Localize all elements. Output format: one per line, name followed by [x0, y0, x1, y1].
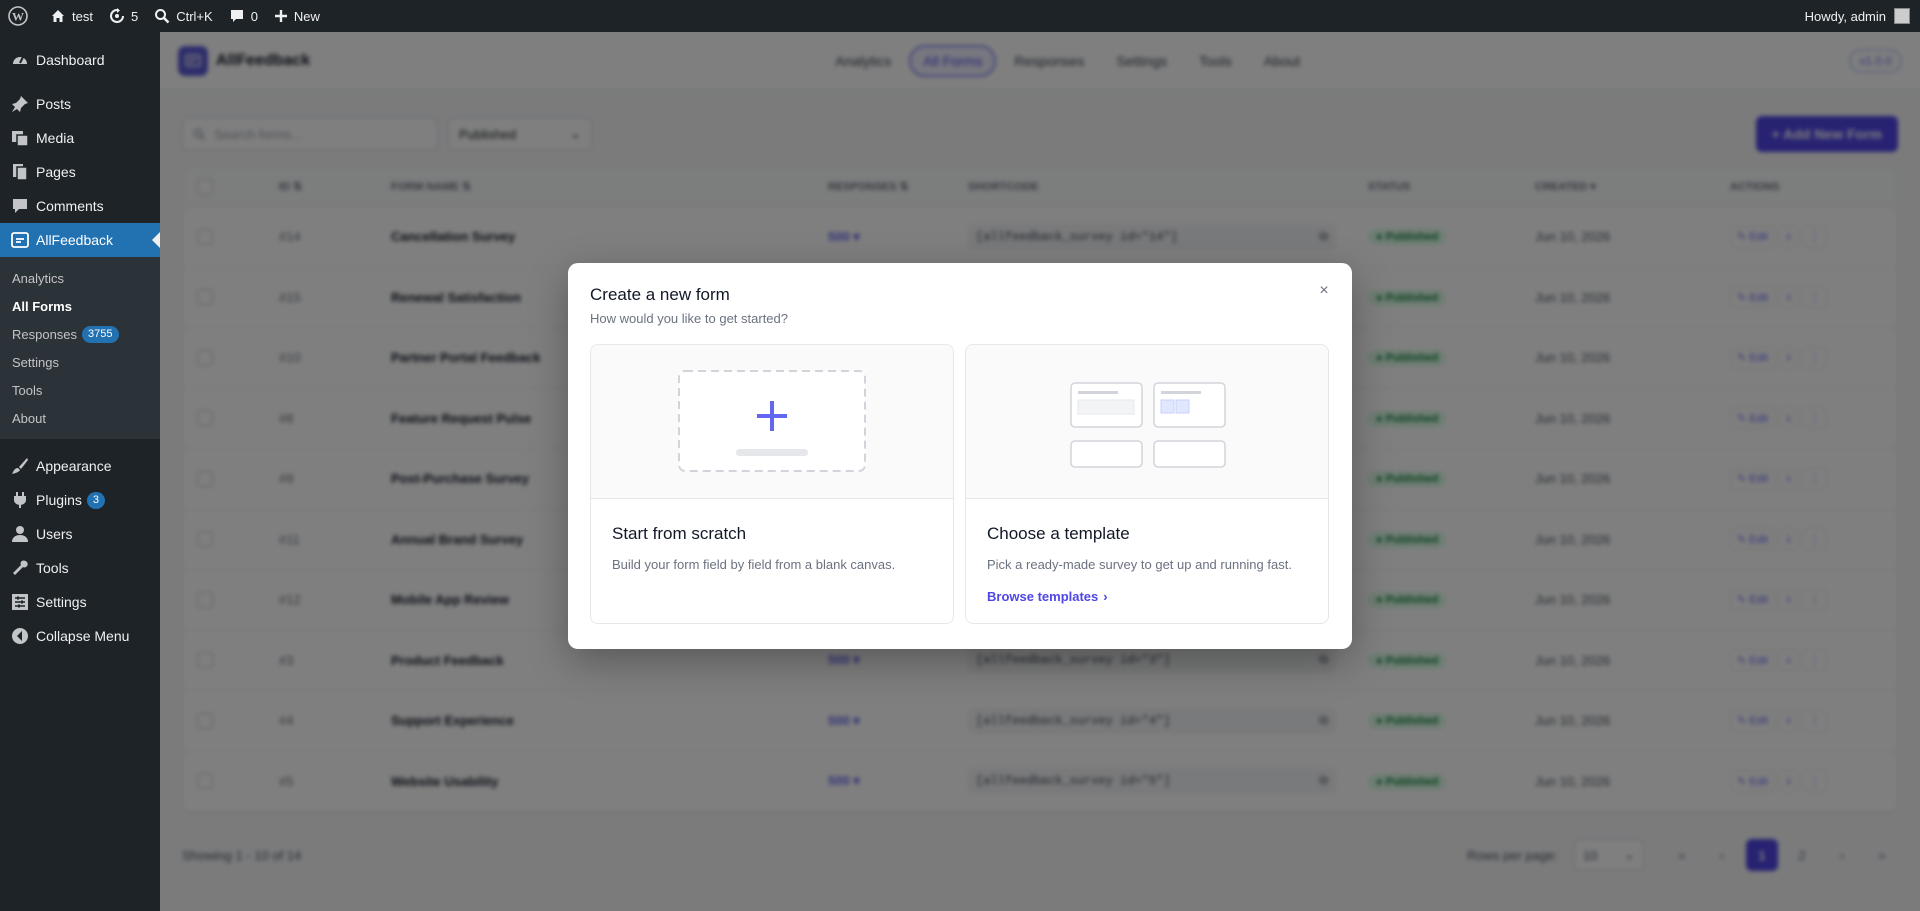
menu-dashboard-label: Dashboard: [36, 52, 105, 68]
search-icon: [155, 9, 170, 24]
collapse-menu-label: Collapse Menu: [36, 628, 130, 644]
menu-appearance[interactable]: Appearance: [0, 449, 160, 483]
plug-icon: [10, 490, 30, 510]
menu-plugins-label: Plugins: [36, 492, 82, 508]
browse-templates-link[interactable]: Browse templates ›: [987, 589, 1307, 604]
menu-users[interactable]: Users: [0, 517, 160, 551]
home-icon: [52, 10, 64, 22]
responses-count-badge: 3755: [82, 325, 119, 343]
modal-options: Start from scratch Build your form field…: [590, 344, 1330, 624]
create-form-modal: Create a new form How would you like to …: [568, 263, 1352, 649]
menu-posts[interactable]: Posts: [0, 87, 160, 121]
submenu-settings[interactable]: Settings: [0, 348, 160, 376]
media-icon: [10, 128, 30, 148]
howdy-text: Howdy, admin: [1804, 8, 1886, 24]
plugins-count-badge: 3: [86, 491, 106, 509]
start-from-scratch-card[interactable]: Start from scratch Build your form field…: [590, 344, 954, 624]
site-name: test: [72, 8, 93, 24]
comments-icon: [10, 196, 30, 216]
allfeedback-submenu: Analytics All Forms Responses 3755 Setti…: [0, 257, 160, 439]
submenu-responses[interactable]: Responses 3755: [0, 320, 160, 348]
scratch-description: Build your form field by field from a bl…: [612, 557, 896, 572]
menu-media[interactable]: Media: [0, 121, 160, 155]
submenu-about[interactable]: About: [0, 404, 160, 432]
submenu-tools[interactable]: Tools: [0, 376, 160, 404]
browse-templates-label: Browse templates: [987, 589, 1099, 604]
menu-settings-label: Settings: [36, 594, 87, 610]
settings-sliders-icon: [10, 592, 30, 612]
menu-dashboard[interactable]: Dashboard: [0, 43, 160, 77]
site-name-link[interactable]: test: [42, 0, 101, 32]
svg-text:W: W: [12, 10, 24, 24]
allfeedback-icon: [10, 230, 30, 250]
menu-pages[interactable]: Pages: [0, 155, 160, 189]
new-content-link[interactable]: New: [266, 0, 328, 32]
pages-icon: [10, 162, 30, 182]
dashboard-icon: [10, 50, 30, 70]
new-label: New: [293, 8, 320, 24]
menu-allfeedback[interactable]: AllFeedback: [0, 223, 160, 257]
menu-comments[interactable]: Comments: [0, 189, 160, 223]
submenu-analytics[interactable]: Analytics: [0, 264, 160, 292]
menu-users-label: Users: [36, 526, 73, 542]
paintbrush-icon: [10, 456, 30, 476]
comment-icon: [230, 10, 243, 22]
wrench-icon: [10, 558, 30, 578]
collapse-menu-button[interactable]: Collapse Menu: [0, 619, 160, 653]
template-illustration: [966, 345, 1328, 499]
search-shortcut: Ctrl+K: [176, 8, 213, 24]
updates-link[interactable]: 5: [101, 0, 146, 32]
menu-allfeedback-label: AllFeedback: [36, 232, 114, 248]
menu-comments-label: Comments: [36, 198, 104, 214]
admin-sidebar: Dashboard Posts Media Pages Comments All…: [0, 32, 160, 911]
scratch-illustration: [591, 345, 953, 499]
menu-settings[interactable]: Settings: [0, 585, 160, 619]
menu-media-label: Media: [36, 130, 75, 146]
user-icon: [10, 524, 30, 544]
plus-icon: [274, 10, 287, 22]
submenu-all-forms[interactable]: All Forms: [0, 292, 160, 320]
menu-appearance-label: Appearance: [36, 458, 112, 474]
submenu-responses-label: Responses: [12, 326, 78, 342]
collapse-icon: [10, 626, 30, 646]
chevron-right-icon: ›: [1103, 589, 1108, 604]
my-account[interactable]: Howdy, admin: [1805, 8, 1920, 24]
admin-bar: W test 5 Ctrl+K 0 New Howdy, admin: [0, 0, 1920, 32]
updates-icon: [110, 8, 124, 23]
scratch-title: Start from scratch: [612, 524, 747, 543]
close-icon[interactable]: ×: [1314, 281, 1334, 301]
pin-icon: [10, 94, 30, 114]
comments-link[interactable]: 0: [221, 0, 266, 32]
menu-tools-label: Tools: [36, 560, 69, 576]
modal-subtitle: How would you like to get started?: [590, 311, 788, 326]
menu-posts-label: Posts: [36, 96, 72, 112]
menu-plugins[interactable]: Plugins 3: [0, 483, 160, 517]
template-grid-icon: [1070, 382, 1226, 468]
menu-tools[interactable]: Tools: [0, 551, 160, 585]
updates-count: 5: [130, 8, 139, 24]
menu-pages-label: Pages: [36, 164, 76, 180]
search-link[interactable]: Ctrl+K: [146, 0, 220, 32]
comments-count: 0: [250, 8, 258, 24]
avatar: [1894, 8, 1910, 24]
choose-template-card[interactable]: Choose a template Pick a ready-made surv…: [965, 344, 1329, 624]
template-description: Pick a ready-made survey to get up and r…: [987, 557, 1292, 572]
blank-canvas-plus-icon: [678, 370, 866, 472]
modal-title: Create a new form: [590, 285, 730, 304]
wordpress-logo-icon[interactable]: W: [0, 0, 42, 32]
template-title: Choose a template: [987, 524, 1130, 543]
